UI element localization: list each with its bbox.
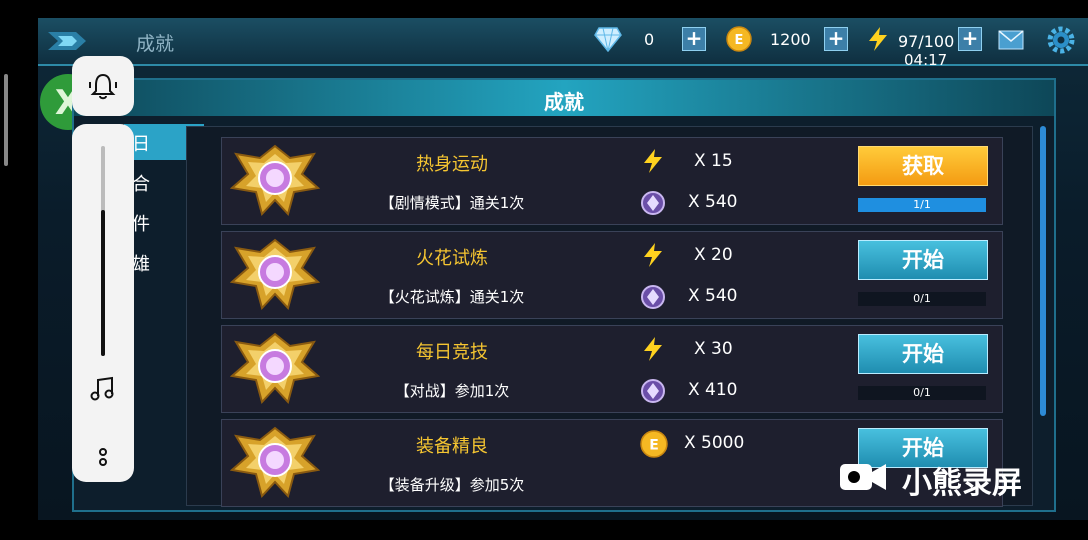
medal-icon (230, 238, 320, 310)
back-arrow-icon[interactable] (42, 24, 92, 58)
volume-slider-level[interactable] (101, 210, 105, 356)
progress-bar: 0/1 (858, 292, 986, 306)
page-title: 成就 (136, 33, 175, 55)
progress-bar: 0/1 (858, 386, 986, 400)
crystal-reward: X 540 (688, 286, 738, 306)
lightning-icon (644, 337, 662, 361)
add-gems-button[interactable]: + (682, 27, 706, 51)
crystal-reward: X 410 (688, 380, 738, 400)
crystal-reward: X 540 (688, 192, 738, 212)
more-dots-icon[interactable] (97, 446, 109, 468)
achievement-title: 每日竞技 (416, 342, 488, 363)
energy-reward: X 30 (694, 339, 733, 359)
achievement-list[interactable]: 热身运动【剧情模式】通关1次 X 15 X 540 获取 1/1 火花试炼【火花试炼】通… (186, 126, 1033, 507)
achievement-row: 每日竞技【对战】参加1次 X 30 X 410 开始 0/1 (221, 325, 1003, 413)
achievement-description: 【剧情模式】通关1次 (379, 194, 525, 212)
game-screen: 成就 0 + E 1200 + 97/100 + 04:17 X 成就 日 合 … (38, 18, 1088, 520)
progress-bar: 1/1 (858, 198, 986, 212)
coin-count: 1200 (770, 30, 811, 49)
gem-count: 0 (644, 30, 655, 49)
coin-icon: E (726, 26, 752, 52)
crystal-icon (641, 285, 665, 309)
coin-icon: E (640, 430, 668, 458)
clock: 04:17 (904, 51, 948, 69)
scrollbar[interactable] (1040, 126, 1046, 416)
music-note-icon[interactable] (89, 376, 117, 402)
video-camera-icon (840, 464, 886, 490)
crystal-icon (641, 191, 665, 215)
diamond-icon (594, 27, 622, 52)
svg-text:E: E (649, 437, 659, 453)
lightning-icon (644, 149, 662, 173)
crystal-icon (641, 379, 665, 403)
start-button[interactable]: 开始 (858, 334, 988, 374)
achievement-title: 热身运动 (416, 154, 488, 175)
medal-icon (230, 426, 320, 498)
achievement-description: 【对战】参加1次 (394, 382, 510, 400)
achievement-description: 【火花试炼】通关1次 (379, 288, 525, 306)
panel-header: 成就 (74, 80, 1054, 116)
add-energy-button[interactable]: + (958, 27, 982, 51)
ring-mode-panel[interactable] (72, 56, 134, 116)
claim-button[interactable]: 获取 (858, 146, 988, 186)
medal-icon (230, 332, 320, 404)
achievement-description: 【装备升级】参加5次 (379, 476, 525, 494)
achievement-row: 火花试炼【火花试炼】通关1次 X 20 X 540 开始 0/1 (221, 231, 1003, 319)
edge-handle[interactable] (4, 74, 8, 166)
svg-text:E: E (735, 33, 744, 48)
mail-icon[interactable] (998, 30, 1024, 50)
lightning-icon (869, 27, 887, 51)
watermark-text: 小熊录屏 (902, 466, 1022, 501)
coin-reward: X 5000 (684, 433, 745, 453)
achievement-title: 火花试炼 (416, 248, 488, 269)
panel-title: 成就 (544, 90, 584, 114)
add-coins-button[interactable]: + (824, 27, 848, 51)
energy-count: 97/100 (898, 32, 955, 51)
gear-icon[interactable] (1046, 25, 1076, 55)
medal-icon (230, 144, 320, 216)
volume-panel[interactable] (72, 124, 134, 482)
energy-reward: X 20 (694, 245, 733, 265)
achievement-title: 装备精良 (416, 436, 488, 457)
energy-reward: X 15 (694, 151, 733, 171)
bell-icon[interactable] (87, 70, 119, 102)
start-button[interactable]: 开始 (858, 240, 988, 280)
achievement-row: 热身运动【剧情模式】通关1次 X 15 X 540 获取 1/1 (221, 137, 1003, 225)
lightning-icon (644, 243, 662, 267)
